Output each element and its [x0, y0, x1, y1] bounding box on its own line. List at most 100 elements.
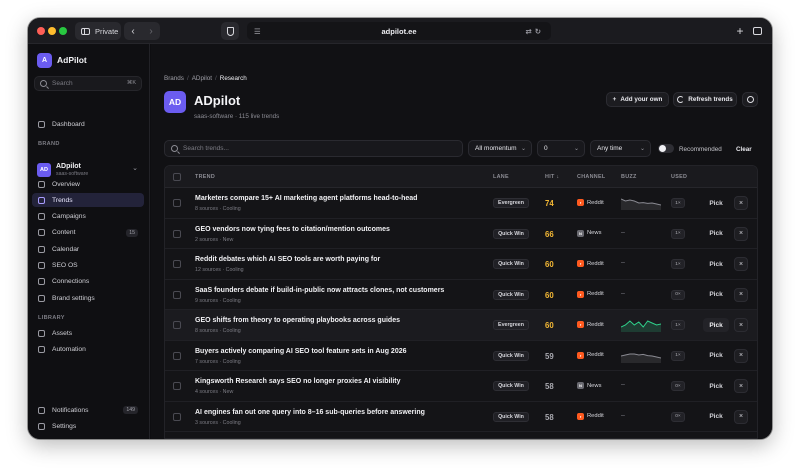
row-checkbox[interactable] — [173, 412, 181, 421]
trend-title[interactable]: Buyers actively comparing AI SEO tool fe… — [195, 348, 407, 355]
momentum-select[interactable]: All momentum ⌄ — [468, 140, 532, 157]
sidebar-item-notifications[interactable]: Notifications 149 — [32, 403, 144, 417]
sidebar-item-label: Brand settings — [52, 294, 95, 302]
table-row[interactable]: SaaS founders debate if build-in-public … — [165, 280, 757, 310]
table-row[interactable]: AI engines fan out one query into 8–16 s… — [165, 402, 757, 432]
forward-icon[interactable]: › — [149, 26, 152, 37]
new-tab-button[interactable]: + — [733, 22, 747, 40]
pick-button[interactable]: Pick — [703, 196, 729, 210]
buzz-area — [621, 321, 661, 332]
pick-button[interactable]: Pick — [703, 227, 729, 241]
pick-button[interactable]: Pick — [703, 349, 729, 363]
dismiss-button[interactable]: × — [734, 226, 748, 241]
row-checkbox[interactable] — [173, 229, 181, 238]
table-row[interactable]: Reddit debates which AI SEO tools are wo… — [165, 249, 757, 280]
breadcrumb-brands[interactable]: Brands — [164, 75, 184, 82]
page-settings-icon[interactable]: ☰ — [254, 27, 261, 36]
col-channel[interactable]: CHANNEL — [577, 174, 605, 180]
pick-button[interactable]: Pick — [703, 410, 729, 424]
maximize-window-button[interactable] — [59, 27, 67, 35]
dismiss-button[interactable]: × — [734, 257, 748, 271]
nav-buttons: ‹ › — [124, 22, 160, 40]
minimize-window-button[interactable] — [48, 27, 56, 35]
trend-title[interactable]: Marketers compare 15+ AI marketing agent… — [195, 195, 417, 202]
plus-icon: + — [612, 96, 617, 103]
sidebar-toggle-button[interactable]: Private — [75, 22, 121, 40]
table-row[interactable]: Kingsworth Research says SEO no longer p… — [165, 371, 757, 402]
sidebar-item-brand-settings[interactable]: Brand settings — [32, 291, 144, 305]
sidebar-item-settings[interactable]: Settings — [32, 419, 144, 433]
sidebar-item-assets[interactable]: Assets — [32, 326, 144, 340]
min-hit-input[interactable]: 0 ⌄ — [537, 140, 585, 157]
table-row[interactable]: Buyers actively comparing AI SEO tool fe… — [165, 341, 757, 371]
row-checkbox[interactable] — [173, 290, 181, 299]
sidebar-item-connections[interactable]: Connections — [32, 275, 144, 289]
tab-overview-button[interactable] — [750, 22, 764, 40]
row-checkbox[interactable] — [173, 382, 181, 390]
sidebar-item-automation[interactable]: Automation — [32, 342, 144, 356]
translate-reload-icons[interactable]: ⇄↻ — [525, 27, 544, 36]
clear-filters-button[interactable]: Clear — [736, 146, 752, 153]
col-used[interactable]: USED — [671, 174, 687, 180]
gear-icon — [746, 96, 754, 103]
col-hit[interactable]: HIT ↓ — [545, 174, 559, 180]
add-your-own-button[interactable]: + Add your own — [606, 92, 669, 107]
dismiss-button[interactable]: × — [734, 379, 748, 393]
refresh-trends-button[interactable]: Refresh trends — [673, 92, 737, 107]
buzz-empty: – — [621, 259, 625, 266]
recommended-toggle[interactable] — [658, 144, 674, 153]
privacy-shield-button[interactable] — [221, 22, 239, 40]
sidebar-item-trends[interactable]: Trends — [32, 193, 144, 208]
row-checkbox[interactable] — [173, 199, 181, 207]
table-row[interactable]: Google declares Search is now AI Search,… — [165, 432, 757, 438]
pick-button[interactable]: Pick — [703, 318, 729, 332]
sidebar-search-input[interactable]: Search ⌘K — [34, 76, 142, 91]
trend-title[interactable]: GEO vendors now tying fees to citation/m… — [195, 226, 390, 233]
row-checkbox[interactable] — [173, 321, 181, 329]
col-buzz[interactable]: BUZZ — [621, 174, 637, 180]
dismiss-button[interactable]: × — [734, 409, 748, 424]
dismiss-button[interactable]: × — [734, 196, 748, 210]
dismiss-button[interactable]: × — [734, 348, 748, 363]
pick-button[interactable]: Pick — [703, 288, 729, 302]
table-row[interactable]: GEO shifts from theory to operating play… — [165, 310, 757, 341]
brand-section-label: BRAND — [38, 141, 60, 147]
dismiss-button[interactable]: × — [734, 287, 748, 302]
back-icon[interactable]: ‹ — [131, 26, 134, 37]
breadcrumb-brand[interactable]: ADpilot — [192, 75, 212, 82]
trend-title[interactable]: Kingsworth Research says SEO no longer p… — [195, 378, 401, 385]
table-row[interactable]: GEO vendors now tying fees to citation/m… — [165, 219, 757, 249]
used-count: 1× — [671, 198, 685, 208]
sidebar-item-admin-panel[interactable]: Admin panel — [32, 435, 144, 439]
col-lane[interactable]: LANE — [493, 174, 509, 180]
table-row[interactable]: Marketers compare 15+ AI marketing agent… — [165, 188, 757, 219]
col-trend[interactable]: TREND — [195, 174, 215, 180]
sidebar-item-calendar[interactable]: Calendar — [32, 242, 144, 256]
reddit-icon: r — [577, 412, 584, 420]
row-checkbox[interactable] — [173, 260, 181, 268]
row-checkbox[interactable] — [173, 351, 181, 360]
sidebar-item-seo-os[interactable]: SEO OS — [32, 259, 144, 273]
trend-title[interactable]: AI engines fan out one query into 8–16 s… — [195, 409, 425, 416]
sidebar-item-content[interactable]: Content 15 — [32, 226, 144, 240]
sidebar-item-campaigns[interactable]: Campaigns — [32, 210, 144, 224]
trend-title[interactable]: Reddit debates which AI SEO tools are wo… — [195, 256, 380, 263]
trend-meta: 9 sources · Cooling — [195, 297, 241, 304]
select-all-checkbox[interactable] — [173, 173, 181, 181]
buzz-empty: – — [621, 289, 625, 297]
trend-search-input[interactable]: Search trends... — [164, 140, 463, 157]
sidebar-item-label: Admin panel — [52, 439, 89, 440]
pick-button[interactable]: Pick — [703, 379, 729, 393]
dismiss-button[interactable]: × — [734, 318, 748, 332]
dashboard-icon — [38, 120, 45, 128]
pick-button[interactable]: Pick — [703, 257, 729, 271]
address-bar[interactable]: ☰ adpilot.ee ⇄↻ — [247, 22, 551, 40]
trend-title[interactable]: SaaS founders debate if build-in-public … — [195, 287, 444, 294]
time-select[interactable]: Any time ⌄ — [590, 140, 651, 157]
close-icon: × — [738, 413, 744, 420]
settings-button[interactable] — [742, 92, 758, 107]
trend-title[interactable]: GEO shifts from theory to operating play… — [195, 317, 400, 324]
close-window-button[interactable] — [37, 27, 45, 35]
sidebar-item-dashboard[interactable]: Dashboard — [32, 117, 144, 131]
sidebar-item-overview[interactable]: Overview — [32, 177, 144, 191]
